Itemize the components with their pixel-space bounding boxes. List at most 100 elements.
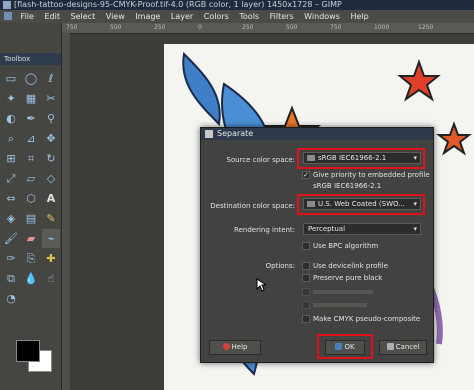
horizontal-ruler: 750 500 250 0 250 500 750 1000 1250 bbox=[62, 23, 474, 34]
blend-icon[interactable]: ▤ bbox=[22, 209, 40, 228]
menu-edit[interactable]: Edit bbox=[44, 12, 60, 21]
eraser-icon[interactable]: ▰ bbox=[22, 229, 40, 248]
zoom-icon[interactable]: ⌕ bbox=[2, 129, 20, 148]
align-icon[interactable]: ⊞ bbox=[2, 149, 20, 168]
preserve-black-label: Preserve pure black bbox=[313, 274, 383, 282]
preserve-black-checkbox[interactable] bbox=[302, 274, 310, 282]
source-highlight-box bbox=[297, 148, 425, 169]
ruler-tick: 1250 bbox=[418, 24, 434, 31]
menu-windows[interactable]: Windows bbox=[304, 12, 340, 21]
disabled-option-label bbox=[313, 290, 373, 294]
paintbrush-icon[interactable]: 🖌 bbox=[2, 229, 20, 248]
cancel-icon bbox=[386, 343, 394, 350]
heal-icon[interactable]: ✚ bbox=[42, 249, 60, 268]
dodge-icon[interactable]: ◔ bbox=[2, 289, 20, 308]
help-button[interactable]: Help bbox=[209, 340, 261, 355]
menu-view[interactable]: View bbox=[106, 12, 125, 21]
rotate-icon[interactable]: ↻ bbox=[42, 149, 60, 168]
menu-help[interactable]: Help bbox=[350, 12, 368, 21]
rendering-intent-combo[interactable]: Perceptual ▾ bbox=[303, 223, 421, 235]
source-color-space-label: Source color space: bbox=[226, 156, 295, 164]
menu-colors[interactable]: Colors bbox=[204, 12, 229, 21]
smudge-icon[interactable]: ☝ bbox=[42, 269, 60, 288]
toolbox-title: Toolbox bbox=[0, 53, 61, 65]
foreground-select-icon[interactable]: ◐ bbox=[2, 109, 20, 128]
ruler-tick: 750 bbox=[330, 24, 342, 31]
menubar: File Edit Select View Image Layer Colors… bbox=[0, 10, 474, 23]
window-titlebar: [flash-tattoo-designs-95-CMYK-Proof.tif-… bbox=[0, 0, 474, 10]
help-button-label: Help bbox=[231, 343, 248, 351]
menu-file[interactable]: File bbox=[21, 12, 34, 21]
rendering-intent-label: Rendering intent: bbox=[234, 226, 295, 234]
shear-icon[interactable]: ▱ bbox=[22, 169, 40, 188]
disabled-option-label bbox=[313, 303, 367, 307]
color-swatches[interactable] bbox=[12, 338, 52, 378]
measure-icon[interactable]: ⊿ bbox=[22, 129, 40, 148]
make-cmyk-label: Make CMYK pseudo-composite bbox=[313, 315, 421, 323]
ruler-tick: 750 bbox=[66, 24, 78, 31]
scale-icon[interactable]: ⤢ bbox=[2, 169, 20, 188]
dialog-titlebar: Separate bbox=[201, 128, 433, 140]
rect-select-icon[interactable]: ▭ bbox=[2, 69, 20, 88]
color-select-icon[interactable]: ▦ bbox=[22, 89, 40, 108]
window-title: [flash-tattoo-designs-95-CMYK-Proof.tif-… bbox=[14, 0, 342, 9]
options-label: Options: bbox=[265, 262, 295, 270]
make-cmyk-checkbox[interactable] bbox=[302, 315, 310, 323]
cancel-button-label: Cancel bbox=[395, 343, 420, 351]
give-priority-checkbox[interactable]: ✓ bbox=[302, 171, 310, 179]
scissors-icon[interactable]: ✂ bbox=[42, 89, 60, 108]
cage-icon[interactable]: ⬡ bbox=[22, 189, 40, 208]
use-bpc-checkbox[interactable] bbox=[302, 242, 310, 250]
ruler-tick: 500 bbox=[286, 24, 298, 31]
pencil-icon[interactable]: ✎ bbox=[42, 209, 60, 228]
paths-icon[interactable]: ✒ bbox=[22, 109, 40, 128]
crop-icon[interactable]: ⌗ bbox=[22, 149, 40, 168]
menu-select[interactable]: Select bbox=[71, 12, 96, 21]
foreground-color-swatch[interactable] bbox=[16, 340, 40, 362]
menu-filters[interactable]: Filters bbox=[270, 12, 294, 21]
ellipse-select-icon[interactable]: ◯ bbox=[22, 69, 40, 88]
chevron-down-icon: ▾ bbox=[413, 225, 417, 233]
destination-color-space-label: Destination color space: bbox=[210, 202, 295, 210]
clone-icon[interactable]: ⎘ bbox=[22, 249, 40, 268]
ruler-tick: 0 bbox=[198, 24, 202, 31]
mouse-pointer-icon bbox=[256, 278, 266, 292]
embedded-profile-label: sRGB IEC61966-2.1 bbox=[313, 182, 382, 190]
ruler-tick: 500 bbox=[110, 24, 122, 31]
move-icon[interactable]: ✥ bbox=[42, 129, 60, 148]
blur-icon[interactable]: 💧 bbox=[22, 269, 40, 288]
image-menu-icon[interactable] bbox=[4, 12, 12, 20]
bucket-fill-icon[interactable]: ◈ bbox=[2, 209, 20, 228]
give-priority-label: Give priority to embedded profile bbox=[313, 171, 430, 179]
tool-grid: ▭ ◯ ℓ ✦ ▦ ✂ ◐ ✒ ⚲ ⌕ ⊿ ✥ ⊞ ⌗ ↻ ⤢ ▱ ◇ ⇔ ⬡ … bbox=[0, 65, 61, 312]
ink-icon[interactable]: ✑ bbox=[2, 249, 20, 268]
text-icon[interactable]: A bbox=[42, 189, 60, 208]
perspective-clone-icon[interactable]: ⧉ bbox=[2, 269, 20, 288]
ruler-tick: 1000 bbox=[374, 24, 390, 31]
dialog-icon bbox=[205, 130, 213, 138]
toolbox-panel: Toolbox ▭ ◯ ℓ ✦ ▦ ✂ ◐ ✒ ⚲ ⌕ ⊿ ✥ ⊞ ⌗ ↻ ⤢ … bbox=[0, 23, 62, 390]
airbrush-icon[interactable]: ⌁ bbox=[42, 229, 60, 248]
dialog-title: Separate bbox=[217, 129, 254, 138]
ruler-tick: 250 bbox=[154, 24, 166, 31]
use-bpc-label: Use BPC algorithm bbox=[313, 242, 379, 250]
fuzzy-select-icon[interactable]: ✦ bbox=[2, 89, 20, 108]
perspective-icon[interactable]: ◇ bbox=[42, 169, 60, 188]
gimp-icon bbox=[3, 1, 11, 9]
disabled-option-checkbox bbox=[302, 288, 310, 296]
vertical-ruler bbox=[62, 33, 70, 390]
ruler-tick: 250 bbox=[242, 24, 254, 31]
color-picker-icon[interactable]: ⚲ bbox=[42, 109, 60, 128]
menu-tools[interactable]: Tools bbox=[239, 12, 259, 21]
menu-image[interactable]: Image bbox=[135, 12, 160, 21]
help-icon bbox=[222, 343, 230, 350]
use-devicelink-checkbox[interactable] bbox=[302, 262, 310, 270]
menu-layer[interactable]: Layer bbox=[171, 12, 193, 21]
flip-icon[interactable]: ⇔ bbox=[2, 189, 20, 208]
cancel-button[interactable]: Cancel bbox=[379, 340, 427, 355]
lasso-icon[interactable]: ℓ bbox=[42, 69, 60, 88]
separate-dialog: Separate Source color space: sRGB IEC619… bbox=[200, 127, 434, 363]
rendering-intent-value: Perceptual bbox=[308, 225, 346, 233]
destination-highlight-box bbox=[297, 194, 425, 215]
ok-highlight-box bbox=[317, 334, 373, 359]
